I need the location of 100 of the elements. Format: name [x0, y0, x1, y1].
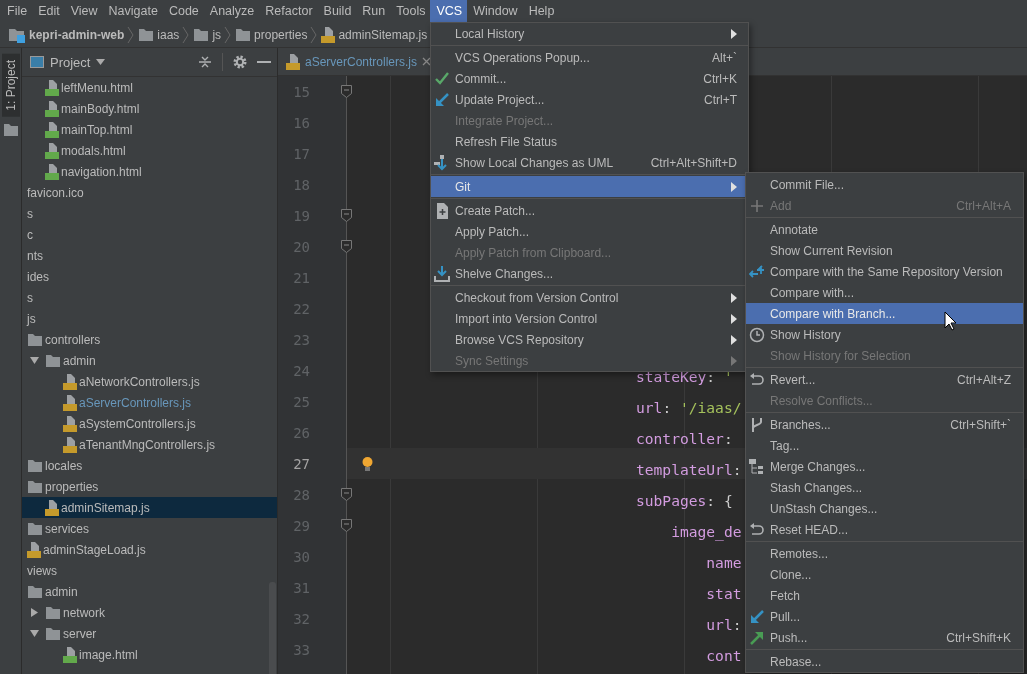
menu-item[interactable]: Commit File...: [746, 174, 1023, 195]
tree-item[interactable]: favicon.ico: [22, 182, 277, 203]
menu-item[interactable]: Git: [431, 176, 748, 197]
tree-item[interactable]: s: [22, 203, 277, 224]
close-icon[interactable]: [422, 57, 432, 66]
menu-bar-item[interactable]: Build: [317, 0, 357, 22]
folder-icon: [27, 584, 43, 599]
tree-item[interactable]: services: [22, 518, 277, 539]
menu-bar-item[interactable]: Tools: [390, 0, 431, 22]
tree-item[interactable]: controllers: [22, 329, 277, 350]
menu-bar-item[interactable]: Refactor: [259, 0, 318, 22]
panel-title[interactable]: Project: [50, 54, 91, 70]
menu-item[interactable]: UnStash Changes...: [746, 498, 1023, 519]
menu-bar-item[interactable]: Help: [522, 0, 560, 22]
menu-item[interactable]: Import into Version Control: [431, 308, 748, 329]
tree-item[interactable]: leftMenu.html: [22, 77, 277, 98]
tree-item[interactable]: properties: [22, 476, 277, 497]
menu-bar-item[interactable]: Run: [356, 0, 391, 22]
menu-item[interactable]: Remotes...: [746, 543, 1023, 564]
file-icon: [63, 394, 77, 411]
breadcrumb[interactable]: kepri-admin-web: [29, 27, 125, 42]
panel-icon: [30, 56, 44, 68]
menu-item[interactable]: Push... Ctrl+Shift+K: [746, 627, 1023, 648]
menu-item[interactable]: Stash Changes...: [746, 477, 1023, 498]
menu-bar-item[interactable]: Edit: [32, 0, 65, 22]
breadcrumb[interactable]: adminSitemap.js: [338, 27, 428, 42]
menu-item[interactable]: Revert... Ctrl+Alt+Z: [746, 369, 1023, 390]
tree-item[interactable]: c: [22, 224, 277, 245]
menu-item[interactable]: Reset HEAD...: [746, 519, 1023, 540]
tree-item[interactable]: locales: [22, 455, 277, 476]
menu-bar-item[interactable]: VCS: [430, 0, 468, 22]
fold-marker-icon[interactable]: [340, 240, 352, 253]
tree-item[interactable]: aServerControllers.js: [22, 392, 277, 413]
tree-item[interactable]: js: [22, 308, 277, 329]
chevron-icon: [127, 25, 136, 44]
menu-bar-item[interactable]: View: [64, 0, 103, 22]
menu-item[interactable]: Rebase...: [746, 651, 1023, 672]
menu-item[interactable]: Branches... Ctrl+Shift+`: [746, 414, 1023, 435]
menu-bar-item[interactable]: Window: [467, 0, 523, 22]
menu-item[interactable]: Checkout from Version Control: [431, 287, 748, 308]
tree-item[interactable]: adminStageLoad.js: [22, 539, 277, 560]
tree-item[interactable]: adminSitemap.js: [22, 497, 277, 518]
tree-item[interactable]: nts: [22, 245, 277, 266]
menu-item[interactable]: Shelve Changes...: [431, 263, 748, 284]
menu-bar-item[interactable]: Analyze: [203, 0, 260, 22]
tree-item[interactable]: network: [22, 602, 277, 623]
menu-item[interactable]: Compare with Branch...: [746, 303, 1023, 324]
submenu-arrow-icon: [731, 355, 737, 366]
menu-item[interactable]: Browse VCS Repository: [431, 329, 748, 350]
menu-item[interactable]: Compare with the Same Repository Version: [746, 261, 1023, 282]
tree-item[interactable]: mainTop.html: [22, 119, 277, 140]
tree-item[interactable]: aSystemControllers.js: [22, 413, 277, 434]
menu-item[interactable]: Show History: [746, 324, 1023, 345]
menu-item[interactable]: Show Current Revision: [746, 240, 1023, 261]
fold-marker-icon[interactable]: [340, 85, 352, 98]
menu-bar-item[interactable]: Code: [162, 0, 204, 22]
breadcrumb[interactable]: iaas: [157, 27, 180, 42]
menu-item[interactable]: Refresh File Status: [431, 131, 748, 152]
settings-icon[interactable]: [233, 55, 247, 69]
tree-item[interactable]: mainBody.html: [22, 98, 277, 119]
tree-item[interactable]: ides: [22, 266, 277, 287]
menu-item[interactable]: Apply Patch...: [431, 221, 748, 242]
tree-item[interactable]: server: [22, 623, 277, 644]
scrollbar-thumb[interactable]: [269, 582, 276, 674]
fold-marker-icon[interactable]: [340, 488, 352, 501]
minimize-icon[interactable]: [257, 60, 271, 64]
code-line: url:: [706, 615, 742, 633]
tool-window-button[interactable]: 1: Project: [1, 54, 20, 117]
fold-marker-icon[interactable]: [340, 519, 352, 532]
breadcrumb[interactable]: js: [212, 27, 222, 42]
menu-item[interactable]: Tag...: [746, 435, 1023, 456]
breadcrumb[interactable]: properties: [254, 27, 308, 42]
tree-item[interactable]: s: [22, 287, 277, 308]
tree-item[interactable]: navigation.html: [22, 161, 277, 182]
tree-item[interactable]: aTenantMngControllers.js: [22, 434, 277, 455]
menu-item[interactable]: Merge Changes...: [746, 456, 1023, 477]
lightbulb-icon[interactable]: [362, 456, 373, 471]
tree-item[interactable]: admin: [22, 350, 277, 371]
fold-marker-icon[interactable]: [340, 209, 352, 222]
menu-item[interactable]: Update Project... Ctrl+T: [431, 89, 748, 110]
menu-bar-item[interactable]: Navigate: [102, 0, 163, 22]
tree-item[interactable]: views: [22, 560, 277, 581]
code-line: subPages: {: [636, 491, 733, 509]
mouse-cursor-icon: [944, 311, 957, 331]
menu-item[interactable]: Show Local Changes as UML Ctrl+Alt+Shift+D: [431, 152, 748, 173]
collapse-icon[interactable]: [198, 55, 212, 69]
menu-item[interactable]: Annotate: [746, 219, 1023, 240]
tree-item[interactable]: admin: [22, 581, 277, 602]
menu-item[interactable]: Compare with...: [746, 282, 1023, 303]
revert-icon: [749, 521, 765, 538]
menu-item[interactable]: Clone...: [746, 564, 1023, 585]
menu-item[interactable]: Fetch: [746, 585, 1023, 606]
menu-item[interactable]: Local History: [431, 23, 748, 44]
menu-item[interactable]: Pull...: [746, 606, 1023, 627]
tree-item[interactable]: image.html: [22, 644, 277, 665]
tree-item[interactable]: aNetworkControllers.js: [22, 371, 277, 392]
menu-bar-item[interactable]: File: [1, 0, 33, 22]
code-line: image_de: [671, 522, 742, 540]
menu-item[interactable]: Create Patch...: [431, 200, 748, 221]
tree-item[interactable]: modals.html: [22, 140, 277, 161]
